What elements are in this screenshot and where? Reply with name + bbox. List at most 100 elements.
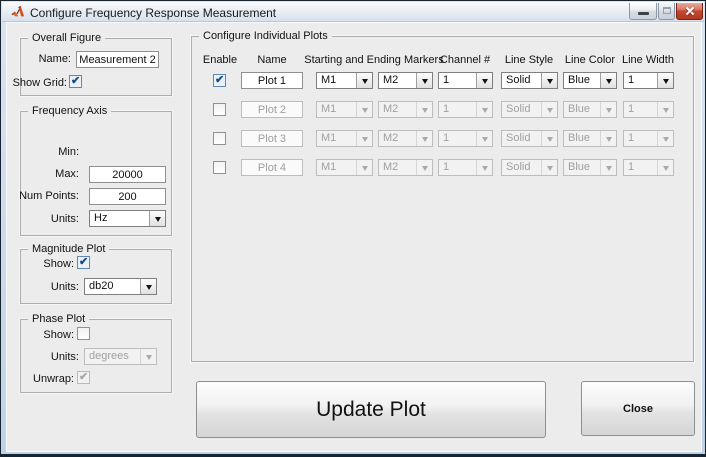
individual-plots-title: Configure Individual Plots: [199, 30, 332, 43]
magnitude-show-checkbox[interactable]: [77, 256, 90, 269]
phase-show-label: Show:: [14, 329, 74, 342]
plot4-start-marker-dropdown: M1: [316, 159, 373, 176]
max-label: Max:: [14, 168, 79, 181]
chevron-down-icon: [606, 108, 612, 113]
chevron-down-icon: [547, 108, 553, 113]
header-enable: Enable: [191, 54, 249, 67]
phase-units-dropdown: degrees: [84, 348, 157, 365]
chevron-down-icon: [362, 79, 368, 84]
plot2-name-input: [241, 101, 303, 118]
matlab-icon: [11, 5, 25, 19]
chevron-down-icon: [606, 166, 612, 171]
plot1-line-width-dropdown[interactable]: 1: [623, 72, 674, 89]
num-points-input[interactable]: [89, 188, 166, 205]
plot4-name-input: [241, 159, 303, 176]
show-grid-label: Show Grid:: [6, 77, 67, 90]
num-points-label: Num Points:: [9, 190, 79, 203]
close-icon: [677, 3, 702, 19]
plot4-enable-checkbox[interactable]: [213, 161, 226, 174]
chevron-down-icon: [422, 79, 428, 84]
chevron-down-icon: [663, 166, 669, 171]
chevron-down-icon: [422, 166, 428, 171]
magnitude-show-label: Show:: [14, 258, 74, 271]
plot1-start-marker-dropdown[interactable]: M1: [316, 72, 373, 89]
plot2-end-marker-dropdown: M2: [378, 101, 433, 118]
update-plot-button[interactable]: Update Plot: [196, 381, 546, 438]
min-label: Min:: [14, 146, 79, 159]
frequency-axis-title: Frequency Axis: [28, 105, 111, 118]
plot2-line-style-dropdown: Solid: [501, 101, 558, 118]
plot1-enable-checkbox[interactable]: [213, 74, 226, 87]
magnitude-units-dropdown[interactable]: db20: [84, 278, 157, 295]
chevron-down-icon: [362, 108, 368, 113]
plot2-line-width-dropdown: 1: [623, 101, 674, 118]
plot1-channel-dropdown[interactable]: 1: [438, 72, 493, 89]
maximize-icon: [663, 7, 671, 14]
plot3-name-input: [241, 130, 303, 147]
chevron-down-icon: [482, 137, 488, 142]
plot2-channel-dropdown: 1: [438, 101, 493, 118]
unwrap-checkbox: [77, 371, 90, 384]
chevron-down-icon: [663, 137, 669, 142]
plot1-name-input[interactable]: [241, 72, 303, 89]
magnitude-units-label: Units:: [14, 281, 79, 294]
plot3-line-color-dropdown: Blue: [563, 130, 617, 147]
plot3-end-marker-dropdown: M2: [378, 130, 433, 147]
chevron-down-icon: [606, 137, 612, 142]
chevron-down-icon: [362, 137, 368, 142]
chevron-down-icon: [547, 79, 553, 84]
plot4-end-marker-dropdown: M2: [378, 159, 433, 176]
header-line-width: Line Width: [619, 54, 677, 67]
chevron-down-icon: [482, 166, 488, 171]
header-name: Name: [242, 54, 302, 67]
max-input[interactable]: [89, 166, 166, 183]
plot4-line-style-dropdown: Solid: [501, 159, 558, 176]
plot4-line-color-dropdown: Blue: [563, 159, 617, 176]
chevron-down-icon: [547, 166, 553, 171]
header-line-style: Line Style: [499, 54, 559, 67]
minimize-icon: [638, 12, 649, 15]
chevron-down-icon: [547, 137, 553, 142]
magnitude-plot-title: Magnitude Plot: [28, 243, 109, 256]
name-label: Name:: [9, 53, 71, 66]
dialog-window: Configure Frequency Response Measurement…: [0, 0, 706, 457]
overall-figure-title: Overall Figure: [28, 32, 105, 45]
chevron-down-icon: [606, 79, 612, 84]
header-channel: Channel #: [435, 54, 495, 67]
plot4-line-width-dropdown: 1: [623, 159, 674, 176]
chevron-down-icon: [362, 166, 368, 171]
plot3-line-style-dropdown: Solid: [501, 130, 558, 147]
title-bar[interactable]: Configure Frequency Response Measurement: [2, 2, 704, 22]
freq-units-dropdown[interactable]: Hz: [89, 210, 166, 227]
plot2-line-color-dropdown: Blue: [563, 101, 617, 118]
plot3-start-marker-dropdown: M1: [316, 130, 373, 147]
chevron-down-icon: [663, 108, 669, 113]
plot2-enable-checkbox[interactable]: [213, 103, 226, 116]
header-line-color: Line Color: [560, 54, 620, 67]
minimize-button[interactable]: [629, 3, 657, 20]
close-button[interactable]: Close: [581, 381, 695, 436]
chevron-down-icon: [663, 79, 669, 84]
chevron-down-icon: [422, 137, 428, 142]
plot1-end-marker-dropdown[interactable]: M2: [378, 72, 433, 89]
plot1-line-color-dropdown[interactable]: Blue: [563, 72, 617, 89]
plot3-enable-checkbox[interactable]: [213, 132, 226, 145]
show-grid-checkbox[interactable]: [69, 75, 82, 88]
plot3-line-width-dropdown: 1: [623, 130, 674, 147]
figure-name-input[interactable]: [76, 51, 159, 68]
phase-show-checkbox[interactable]: [77, 327, 90, 340]
chevron-down-icon: [146, 285, 152, 290]
plot3-channel-dropdown: 1: [438, 130, 493, 147]
phase-plot-title: Phase Plot: [28, 313, 89, 326]
chevron-down-icon: [422, 108, 428, 113]
chevron-down-icon: [155, 217, 161, 222]
plot1-line-style-dropdown[interactable]: Solid: [501, 72, 558, 89]
chevron-down-icon: [482, 108, 488, 113]
window-title: Configure Frequency Response Measurement: [30, 6, 276, 20]
unwrap-label: Unwrap:: [14, 373, 74, 386]
plot2-start-marker-dropdown: M1: [316, 101, 373, 118]
header-markers: Starting and Ending Markers: [303, 54, 445, 67]
maximize-button[interactable]: [658, 3, 675, 20]
chevron-down-icon: [146, 355, 152, 360]
close-window-button[interactable]: [676, 3, 703, 20]
